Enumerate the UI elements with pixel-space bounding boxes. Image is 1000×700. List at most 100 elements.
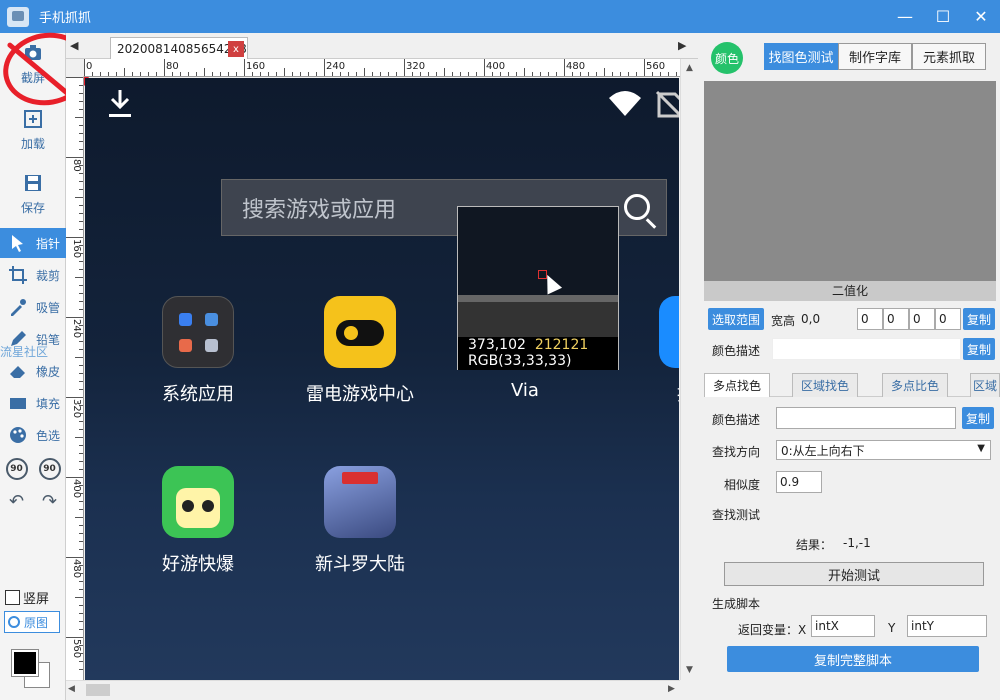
load-button[interactable]: 加载: [0, 99, 66, 159]
find-direction-select[interactable]: 0:从左上向右下 ▼: [776, 440, 991, 460]
ruler-tick: [260, 72, 261, 76]
y-var-input[interactable]: intY: [907, 615, 987, 637]
color-desc-input[interactable]: [772, 338, 961, 360]
tab-scroll-right-icon[interactable]: ▶: [678, 39, 686, 52]
copy-range-button[interactable]: 复制: [963, 308, 995, 330]
ruler-tick: [79, 381, 83, 382]
tab-element-capture[interactable]: 元素抓取: [912, 43, 986, 70]
horizontal-scrollbar[interactable]: ◀ ▶: [66, 680, 680, 698]
save-label: 保存: [20, 201, 45, 215]
app-douluo[interactable]: 新斗罗大陆: [290, 466, 430, 576]
system-apps-icon: [162, 296, 234, 368]
ruler-tick: [172, 72, 173, 76]
maximize-button[interactable]: ☐: [924, 0, 962, 33]
vertical-scrollbar[interactable]: ▲ ▼: [680, 59, 698, 680]
ruler-tick: [412, 72, 413, 76]
ruler-top-label: 480: [566, 61, 586, 72]
fill-tool[interactable]: 填充: [0, 388, 66, 418]
scroll-down-icon[interactable]: ▼: [686, 665, 693, 675]
x-var-input[interactable]: intX: [811, 615, 875, 637]
ruler-top-label: 560: [646, 61, 666, 72]
tab-multi-point-find[interactable]: 多点找色: [704, 373, 770, 397]
minimize-button[interactable]: —: [886, 0, 924, 33]
pointer-label: 指针: [36, 236, 61, 251]
copy-color-desc-button-2[interactable]: 复制: [962, 407, 994, 429]
range-y2-input[interactable]: 0: [935, 308, 961, 330]
horizontal-scroll-thumb[interactable]: [86, 684, 110, 696]
tab-find-color-test[interactable]: 找图色测试: [764, 43, 838, 70]
rotate-left-button[interactable]: 90: [5, 458, 28, 480]
start-test-button[interactable]: 开始测试: [724, 562, 984, 586]
range-x2-input[interactable]: 0: [909, 308, 935, 330]
app-ld-game-center[interactable]: 雷电游戏中心: [290, 296, 430, 406]
tab-area-more[interactable]: 区域: [970, 373, 1000, 397]
scroll-up-icon[interactable]: ▲: [686, 63, 693, 73]
tab-close-button[interactable]: x: [228, 41, 244, 57]
window-title: 手机抓抓: [39, 11, 92, 26]
ruler-tick: [79, 469, 83, 470]
document-tab[interactable]: 20200814085654298 x: [110, 37, 248, 59]
pointer-tool[interactable]: 指针: [0, 228, 66, 258]
ruler-tick: [75, 437, 83, 438]
ruler-tick: [79, 485, 83, 486]
original-button[interactable]: 原图: [4, 611, 60, 633]
color-desc-input-2[interactable]: [776, 407, 956, 429]
tab-area-find[interactable]: 区域找色: [792, 373, 858, 397]
rotate-right-button[interactable]: 90: [38, 458, 61, 480]
ruler-tick: [308, 72, 309, 76]
ruler-tick: [316, 72, 317, 76]
select-range-button[interactable]: 选取范围: [708, 308, 764, 330]
undo-icon[interactable]: ↶: [9, 491, 24, 512]
portrait-checkbox[interactable]: [5, 590, 20, 605]
ruler-tick: [404, 59, 405, 76]
eraser-tool[interactable]: 橡皮: [0, 356, 66, 386]
ruler-tick: [79, 533, 83, 534]
magnifier-band-dark: [458, 302, 618, 337]
range-x1-input[interactable]: 0: [857, 308, 883, 330]
ruler-tick: [628, 72, 629, 76]
ruler-tick: [108, 72, 109, 76]
ruler-tick: [66, 557, 83, 558]
tab-make-font-library[interactable]: 制作字库: [838, 43, 912, 70]
pixel-hex: 212121: [534, 337, 589, 353]
ruler-tick: [132, 72, 133, 76]
ruler-tick: [452, 72, 453, 76]
app-anjian[interactable]: 按键: [625, 296, 679, 406]
ruler-left-label: 480: [71, 559, 82, 579]
tab-scroll-left-icon[interactable]: ◀: [70, 39, 78, 52]
foreground-color-swatch[interactable]: [11, 649, 39, 677]
save-button[interactable]: 保存: [0, 163, 66, 223]
similarity-input[interactable]: 0.9: [776, 471, 822, 493]
zoom-magnifier: 373,102 212121 RGB(33,33,33): [457, 206, 619, 370]
ruler-tick: [292, 72, 293, 76]
range-y1-input[interactable]: 0: [883, 308, 909, 330]
screenshot-canvas[interactable]: 搜索游戏或应用 系统应用 雷电游戏中心 Via 按键 好游快爆: [85, 78, 679, 680]
ruler-tick: [188, 72, 189, 76]
scroll-right-icon[interactable]: ▶: [668, 684, 675, 694]
ruler-left-label: 400: [71, 479, 82, 499]
app-haoyou[interactable]: 好游快爆: [128, 466, 268, 576]
eyedropper-tool[interactable]: 吸管: [0, 292, 66, 322]
chevron-down-icon: ▼: [977, 443, 985, 454]
ruler-tick: [84, 59, 85, 76]
ruler-tick: [79, 293, 83, 294]
copy-full-script-button[interactable]: 复制完整脚本: [727, 646, 979, 672]
ruler-left-label: 160: [71, 239, 82, 259]
ruler-top-label: 240: [326, 61, 346, 72]
ruler-tick: [532, 72, 533, 76]
portrait-checkbox-row[interactable]: 竖屏: [5, 588, 49, 607]
crop-tool[interactable]: 裁剪: [0, 260, 66, 290]
ruler-tick: [66, 637, 83, 638]
app-system[interactable]: 系统应用: [128, 296, 268, 406]
binarize-button[interactable]: 二值化: [704, 281, 996, 301]
tab-multi-point-compare[interactable]: 多点比色: [882, 373, 948, 397]
close-button[interactable]: ✕: [962, 0, 1000, 33]
color-select-tool[interactable]: 色选: [0, 420, 66, 450]
redo-icon[interactable]: ↷: [42, 491, 57, 512]
eyedropper-label: 吸管: [36, 300, 61, 315]
scroll-left-icon[interactable]: ◀: [68, 684, 75, 694]
copy-color-desc-button[interactable]: 复制: [963, 338, 995, 360]
ruler-tick: [580, 72, 581, 76]
color-swatch[interactable]: [11, 649, 50, 688]
ruler-tick: [79, 285, 83, 286]
